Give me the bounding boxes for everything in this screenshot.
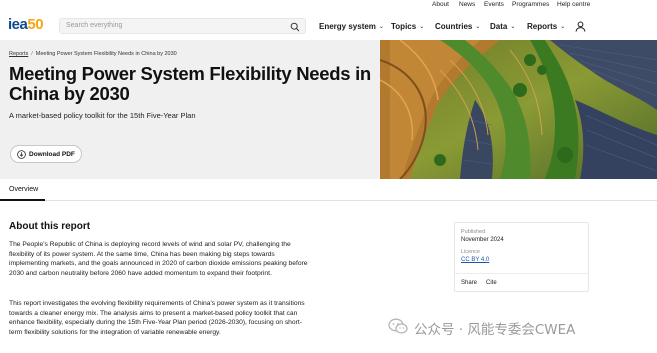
- hero-photo: [380, 40, 657, 179]
- published-label: Published: [461, 229, 486, 235]
- about-paragraph-2: This report investigates the evolving fl…: [9, 300, 305, 336]
- breadcrumb-reports-link[interactable]: Reports: [9, 51, 28, 57]
- utility-link-help-centre[interactable]: Help centre: [557, 1, 590, 8]
- search-placeholder: Search everything: [66, 22, 123, 29]
- watermark-text: 公众号 · 风能专委会CWEA: [414, 322, 576, 338]
- download-pdf-button[interactable]: Download PDF: [10, 145, 82, 163]
- nav-data-label: Data: [490, 22, 508, 31]
- utility-link-news[interactable]: News: [459, 1, 475, 8]
- download-icon: [17, 150, 26, 159]
- nav-countries[interactable]: Countries ⌄: [435, 22, 480, 31]
- utility-link-about[interactable]: About: [432, 1, 449, 8]
- published-value: November 2024: [461, 237, 504, 243]
- about-paragraph-1: The People's Republic of China is deploy…: [9, 241, 308, 277]
- nav-data[interactable]: Data ⌄: [490, 22, 515, 31]
- breadcrumb-separator: /: [31, 51, 33, 57]
- site-header: iea50 Search everything Energy system ⌄ T…: [0, 12, 657, 42]
- wechat-icon: [388, 318, 408, 334]
- utility-link-programmes[interactable]: Programmes: [512, 1, 549, 8]
- licence-label: Licence: [461, 249, 480, 255]
- cite-button[interactable]: Cite: [486, 280, 497, 286]
- chevron-down-icon: ⌄: [560, 24, 566, 30]
- breadcrumb-current: Meeting Power System Flexibility Needs i…: [35, 51, 177, 57]
- report-meta-card: Published November 2024 Licence CC BY 4.…: [454, 222, 589, 292]
- breadcrumb: Reports / Meeting Power System Flexibility…: [9, 51, 177, 57]
- nav-countries-label: Countries: [435, 22, 473, 31]
- nav-energy-system-label: Energy system: [319, 22, 376, 31]
- search-input[interactable]: Search everything: [59, 18, 306, 34]
- about-heading: About this report: [9, 221, 91, 232]
- hero-image-solar-terraces: [380, 40, 657, 179]
- utility-bar: About News Events Programmes Help centre: [0, 0, 657, 12]
- iea50-logo[interactable]: iea50: [8, 16, 44, 33]
- nav-reports-label: Reports: [527, 22, 558, 31]
- logo-iea-text: iea: [8, 16, 28, 33]
- page-title: Meeting Power System Flexibility Needs i…: [9, 63, 371, 104]
- download-pdf-label: Download PDF: [29, 150, 75, 158]
- search-icon[interactable]: [290, 22, 300, 32]
- nav-energy-system[interactable]: Energy system ⌄: [319, 22, 384, 31]
- report-tab-bar: Overview: [0, 179, 657, 201]
- utility-link-events[interactable]: Events: [484, 1, 504, 8]
- active-tab-indicator: [0, 199, 45, 201]
- nav-topics[interactable]: Topics ⌄: [391, 22, 424, 31]
- nav-topics-label: Topics: [391, 22, 417, 31]
- chevron-down-icon: ⌄: [378, 24, 384, 30]
- user-account-icon[interactable]: [575, 21, 586, 32]
- chevron-down-icon: ⌄: [475, 24, 481, 30]
- hero-panel: Reports / Meeting Power System Flexibility…: [0, 40, 380, 179]
- card-divider: [455, 273, 588, 274]
- chevron-down-icon: ⌄: [419, 24, 425, 30]
- share-button[interactable]: Share: [461, 280, 477, 286]
- nav-reports[interactable]: Reports ⌄: [527, 22, 565, 31]
- logo-fifty-text: 50: [27, 16, 44, 33]
- licence-link[interactable]: CC BY 4.0: [461, 257, 489, 263]
- chevron-down-icon: ⌄: [510, 24, 516, 30]
- tab-overview[interactable]: Overview: [9, 186, 38, 193]
- page-subtitle: A market-based policy toolkit for the 15…: [9, 111, 196, 120]
